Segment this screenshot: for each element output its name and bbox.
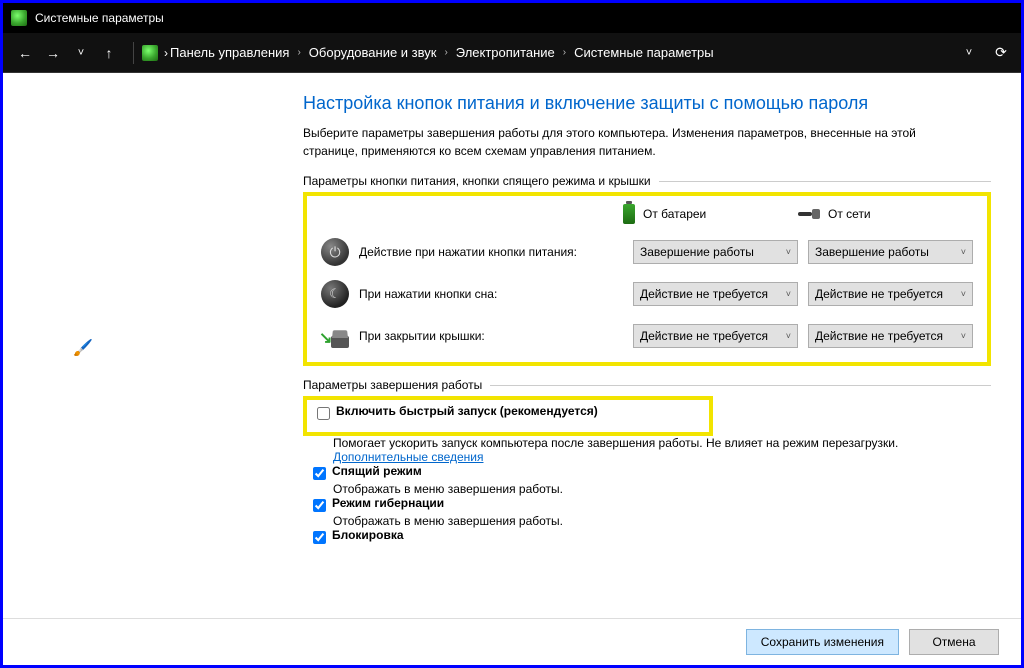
section-shutdown: Параметры завершения работы 2 Включить б… [303, 378, 991, 544]
separator [133, 42, 134, 64]
checkbox-lock: Блокировка [313, 528, 991, 544]
section-power-buttons-label: Параметры кнопки питания, кнопки спящего… [303, 174, 991, 188]
breadcrumb-item[interactable]: Электропитание [456, 45, 555, 60]
lid-battery-select[interactable]: Действие не требуется˅ [633, 324, 798, 348]
titlebar: Системные параметры [3, 3, 1021, 33]
fast-startup-desc: Помогает ускорить запуск компьютера посл… [333, 436, 923, 464]
nav-recent-icon[interactable]: ˅ [69, 41, 93, 65]
sleep-button-battery-select[interactable]: Действие не требуется˅ [633, 282, 798, 306]
chevron-right-icon: › [563, 47, 566, 58]
lock-label: Блокировка [332, 528, 404, 542]
row-lid-close: ↘ При закрытии крышки: Действие не требу… [321, 322, 973, 350]
section-shutdown-label: Параметры завершения работы [303, 378, 991, 392]
power-table-header: От батареи От сети [321, 204, 973, 224]
breadcrumb-item[interactable]: Системные параметры [574, 45, 713, 60]
chevron-right-icon: › [297, 47, 300, 58]
breadcrumb-item[interactable]: Панель управления [170, 45, 289, 60]
chevron-down-icon: ˅ [961, 247, 966, 257]
main-panel: Настройка кнопок питания и включение защ… [303, 73, 1021, 618]
refresh-icon[interactable]: ⟳ [987, 39, 1015, 67]
plug-icon [798, 209, 820, 219]
sleep-icon [321, 280, 349, 308]
breadcrumb: Панель управления › Оборудование и звук … [168, 45, 951, 60]
hibernate-desc: Отображать в меню завершения работы. [333, 514, 991, 528]
address-dropdown-icon[interactable]: ˅ [955, 39, 983, 67]
sleep-mode-checkbox[interactable] [313, 467, 326, 480]
sleep-mode-desc: Отображать в меню завершения работы. [333, 482, 991, 496]
app-icon [11, 10, 27, 26]
highlight-box-1: 1 От батареи От сети [303, 192, 991, 366]
highlight-box-2: 2 Включить быстрый запуск (рекомендуется… [303, 396, 713, 436]
column-ac: От сети [790, 204, 965, 224]
row-sleep-button: При нажатии кнопки сна: Действие не треб… [321, 280, 973, 308]
page-description: Выберите параметры завершения работы для… [303, 124, 943, 160]
lock-checkbox[interactable] [313, 531, 326, 544]
nav-forward-icon[interactable]: → [41, 41, 65, 65]
content-area: 🖌️ Настройка кнопок питания и включение … [3, 73, 1021, 618]
cursor-icon: 🖌️ [73, 338, 93, 358]
button-bar: Сохранить изменения Отмена [3, 618, 1021, 665]
chevron-down-icon: ˅ [786, 247, 791, 257]
checkbox-hibernate: Режим гибернации [313, 496, 991, 512]
window: Системные параметры ← → ˅ ↑ › Панель упр… [0, 0, 1024, 668]
chevron-down-icon: ˅ [786, 289, 791, 299]
more-info-link[interactable]: Дополнительные сведения [333, 450, 483, 464]
sleep-mode-label: Спящий режим [332, 464, 422, 478]
save-button[interactable]: Сохранить изменения [746, 629, 899, 655]
chevron-down-icon: ˅ [786, 331, 791, 341]
fast-startup-label: Включить быстрый запуск (рекомендуется) [336, 404, 598, 418]
row-power-button: Действие при нажатии кнопки питания: Зав… [321, 238, 973, 266]
navbar: ← → ˅ ↑ › Панель управления › Оборудован… [3, 33, 1021, 73]
chevron-down-icon: ˅ [961, 289, 966, 299]
nav-up-icon[interactable]: ↑ [97, 41, 121, 65]
cancel-button[interactable]: Отмена [909, 629, 999, 655]
lid-ac-select[interactable]: Действие не требуется˅ [808, 324, 973, 348]
checkbox-sleep-mode: Спящий режим [313, 464, 991, 480]
column-battery: От батареи [615, 204, 790, 224]
chevron-right-icon: › [444, 47, 447, 58]
row-label: Действие при нажатии кнопки питания: [359, 245, 623, 259]
window-title: Системные параметры [35, 11, 164, 25]
power-button-ac-select[interactable]: Завершение работы˅ [808, 240, 973, 264]
hibernate-checkbox[interactable] [313, 499, 326, 512]
nav-back-icon[interactable]: ← [13, 41, 37, 65]
checkbox-fast-startup: Включить быстрый запуск (рекомендуется) [317, 404, 699, 420]
lid-close-icon: ↘ [321, 322, 349, 350]
breadcrumb-root-icon[interactable] [142, 45, 158, 61]
battery-icon [623, 204, 635, 224]
power-settings-table: От батареи От сети Действие при нажатии … [321, 204, 973, 350]
sleep-button-ac-select[interactable]: Действие не требуется˅ [808, 282, 973, 306]
fast-startup-checkbox[interactable] [317, 407, 330, 420]
chevron-down-icon: ˅ [961, 331, 966, 341]
hibernate-label: Режим гибернации [332, 496, 444, 510]
row-label: При закрытии крышки: [359, 329, 623, 343]
power-icon [321, 238, 349, 266]
row-label: При нажатии кнопки сна: [359, 287, 623, 301]
power-button-battery-select[interactable]: Завершение работы˅ [633, 240, 798, 264]
page-title: Настройка кнопок питания и включение защ… [303, 93, 991, 114]
left-gutter: 🖌️ [3, 73, 303, 618]
breadcrumb-item[interactable]: Оборудование и звук [309, 45, 437, 60]
